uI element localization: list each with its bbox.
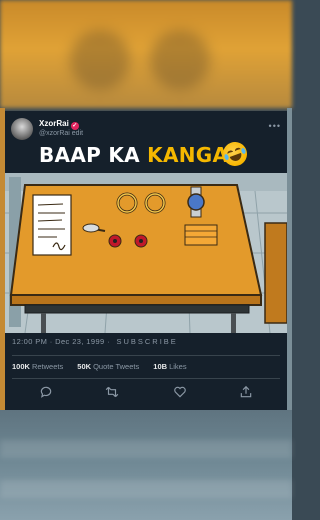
divider: [12, 355, 280, 356]
avatar[interactable]: [11, 118, 33, 140]
retweets-stat[interactable]: 100K Retweets: [12, 362, 63, 371]
tweet-header: XzorRai ✓ @xzorRai edit •••: [11, 117, 281, 143]
tweet-card: XzorRai ✓ @xzorRai edit ••• BAAP KA KANGA…: [5, 111, 287, 410]
blurred-background-top: [0, 0, 292, 108]
subscribe-text: SUBSCRIBE: [116, 337, 178, 346]
verified-badge-icon: ✓: [70, 122, 79, 130]
retweet-icon[interactable]: [105, 385, 119, 399]
tweet-actions-bar: [5, 385, 287, 401]
cartoon-desk-illustration: [5, 173, 287, 333]
likes-stat[interactable]: 10B Likes: [153, 362, 186, 371]
reply-icon[interactable]: [39, 385, 53, 399]
tweet-timestamp[interactable]: 12:00 PM · Dec 23, 1999 · SUBSCRIBE: [12, 337, 178, 346]
tweet-caption: BAAP KA KANGAN: [5, 138, 287, 170]
user-handle[interactable]: @xzorRai edit: [39, 130, 83, 137]
more-options-icon[interactable]: •••: [269, 121, 281, 131]
divider: [12, 378, 280, 379]
display-name[interactable]: XzorRai ✓: [39, 119, 79, 130]
background-edge-right: [287, 108, 292, 410]
engagement-stats: 100K Retweets 50K Quote Tweets 10B Likes: [12, 362, 199, 371]
like-icon[interactable]: [173, 385, 187, 399]
share-icon[interactable]: [239, 385, 253, 399]
tweet-media-image[interactable]: [5, 173, 287, 333]
quote-tweets-stat[interactable]: 50K Quote Tweets: [77, 362, 139, 371]
blurred-background-bottom: [0, 410, 292, 520]
caption-text-white: BAAP KA: [39, 143, 148, 167]
